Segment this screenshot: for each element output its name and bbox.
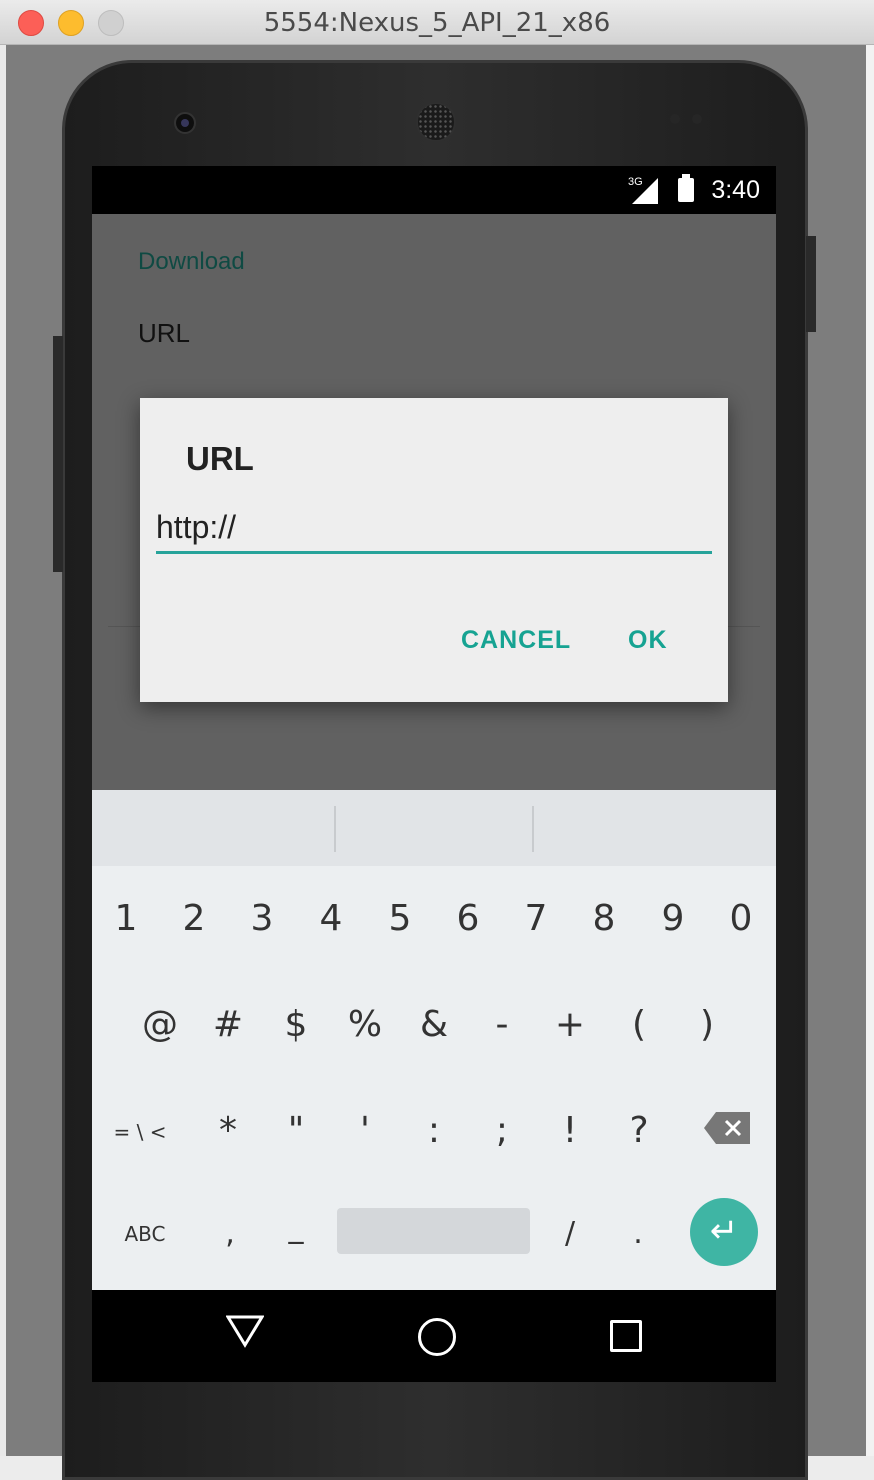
key[interactable]: - xyxy=(468,1004,536,1045)
key[interactable]: ) xyxy=(673,1004,741,1045)
key[interactable]: ' xyxy=(331,1110,399,1151)
key[interactable]: ( xyxy=(605,1004,673,1045)
status-bar: 3G 3:40 xyxy=(92,166,776,214)
key[interactable]: & xyxy=(400,1004,468,1045)
speaker-grille-icon xyxy=(416,102,456,142)
key[interactable]: 2 xyxy=(160,898,228,939)
cancel-button[interactable]: CANCEL xyxy=(461,626,571,655)
recent-apps-icon[interactable] xyxy=(610,1320,642,1352)
ok-button[interactable]: OK xyxy=(628,626,668,655)
suggestion-divider xyxy=(334,806,336,852)
key[interactable]: 1 xyxy=(92,898,160,939)
key[interactable]: ? xyxy=(605,1110,673,1151)
background-window-right xyxy=(866,45,874,1456)
suggestion-divider xyxy=(532,806,534,852)
power-button[interactable] xyxy=(806,236,816,332)
front-camera-icon xyxy=(174,112,196,134)
back-icon[interactable] xyxy=(226,1314,264,1348)
app-title: Download xyxy=(138,248,245,275)
url-dialog: URL CANCEL OK xyxy=(140,398,728,702)
proximity-sensor-icon xyxy=(670,114,680,124)
key[interactable]: $ xyxy=(262,1004,330,1045)
app-content: Download URL URL CANCEL OK xyxy=(92,214,776,790)
url-input[interactable] xyxy=(156,503,712,554)
dialog-title: URL xyxy=(186,440,254,477)
suggestion-strip xyxy=(92,790,776,866)
soft-keyboard: 1 2 3 4 5 6 7 8 9 0 @ # $ % & - + ( ) = … xyxy=(92,790,776,1290)
signal-icon xyxy=(632,178,658,204)
key[interactable]: 0 xyxy=(707,898,775,939)
key[interactable]: : xyxy=(400,1110,468,1151)
key[interactable]: + xyxy=(536,1004,604,1045)
slash-key[interactable]: / xyxy=(536,1216,604,1251)
device-screen: 3G 3:40 Download URL URL CANCEL OK 1 2 3… xyxy=(92,166,776,1382)
home-icon[interactable] xyxy=(418,1318,456,1356)
comma-key[interactable]: , xyxy=(196,1216,264,1251)
window-titlebar: 5554:Nexus_5_API_21_x86 xyxy=(0,0,874,45)
key[interactable]: % xyxy=(331,1004,399,1045)
key[interactable]: 5 xyxy=(366,898,434,939)
window-title: 5554:Nexus_5_API_21_x86 xyxy=(263,8,611,38)
key[interactable]: 7 xyxy=(502,898,570,939)
key[interactable]: ; xyxy=(468,1110,536,1151)
key[interactable]: " xyxy=(262,1110,330,1151)
background-window-left xyxy=(0,45,6,1456)
key[interactable]: ! xyxy=(536,1110,604,1151)
key[interactable]: 6 xyxy=(434,898,502,939)
status-time: 3:40 xyxy=(711,176,760,204)
space-key[interactable] xyxy=(337,1208,530,1254)
key[interactable]: * xyxy=(194,1110,262,1151)
period-key[interactable]: . xyxy=(604,1216,672,1251)
navigation-bar xyxy=(92,1290,776,1382)
key[interactable]: # xyxy=(194,1004,262,1045)
url-label: URL xyxy=(138,318,191,348)
key[interactable]: @ xyxy=(126,1004,194,1045)
abc-key[interactable]: ABC xyxy=(110,1222,180,1246)
key[interactable]: 8 xyxy=(570,898,638,939)
light-sensor-icon xyxy=(692,114,702,124)
volume-button[interactable] xyxy=(53,336,63,572)
underscore-key[interactable]: _ xyxy=(262,1210,330,1245)
more-symbols-key[interactable]: = \ < xyxy=(106,1120,174,1144)
enter-key[interactable]: ↵ xyxy=(690,1198,758,1266)
key[interactable]: 4 xyxy=(297,898,365,939)
key[interactable]: 3 xyxy=(228,898,296,939)
battery-icon xyxy=(678,174,694,202)
key[interactable]: 9 xyxy=(639,898,707,939)
backspace-icon[interactable] xyxy=(704,1112,750,1144)
